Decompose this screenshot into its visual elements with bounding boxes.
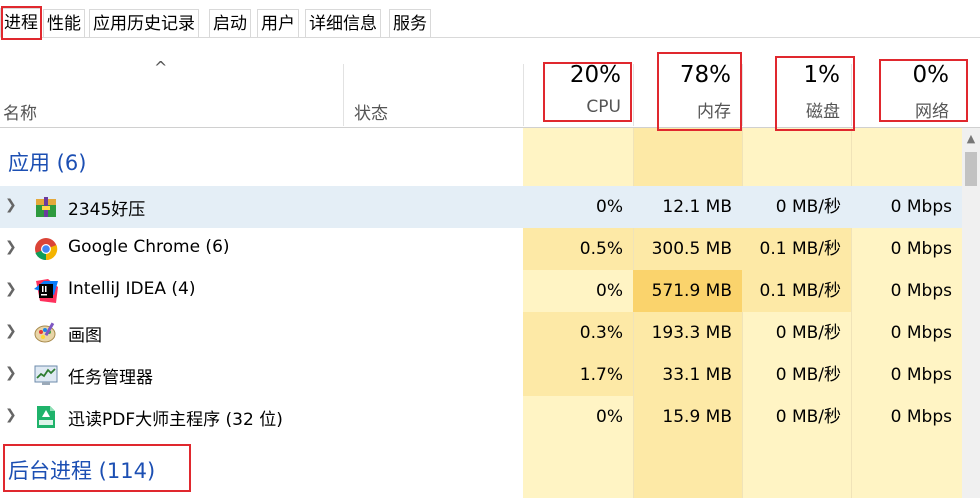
process-row[interactable]: ❯ 画图 0.3% 193.3 MB 0 MB/秒 0 Mbps <box>0 312 962 354</box>
cpu-cell: 0.5% <box>523 228 633 270</box>
process-name: 画图 <box>68 326 102 346</box>
chrome-icon <box>35 238 58 261</box>
tab-processes[interactable]: 进程 <box>0 8 42 38</box>
cpu-cell: 0% <box>596 407 623 427</box>
disk-cell: 0 MB/秒 <box>775 197 841 217</box>
disk-cell: 0.1 MB/秒 <box>742 270 851 312</box>
intellij-icon <box>34 279 58 303</box>
column-separator[interactable] <box>343 64 344 126</box>
network-cell: 0 Mbps <box>890 365 952 385</box>
memory-cell: 571.9 MB <box>633 270 742 312</box>
expand-chevron-icon[interactable]: ❯ <box>5 281 17 297</box>
disk-header-label: 磁盘 <box>806 102 840 122</box>
tab-users[interactable]: 用户 <box>257 9 299 37</box>
column-status-header[interactable]: 状态 <box>354 99 388 124</box>
network-cell: 0 Mbps <box>890 281 952 301</box>
tab-app-history[interactable]: 应用历史记录 <box>89 9 199 37</box>
process-row[interactable]: ❯ IntelliJ IDEA (4) 0% 571.9 MB 0.1 MB/秒… <box>0 270 962 312</box>
expand-chevron-icon[interactable]: ❯ <box>5 365 17 381</box>
process-name: 迅读PDF大师主程序 (32 位) <box>68 410 283 430</box>
memory-cell: 15.9 MB <box>662 407 732 427</box>
cpu-cell: 0.3% <box>523 312 633 354</box>
expand-chevron-icon[interactable]: ❯ <box>5 197 17 213</box>
process-row[interactable]: ❯ 2345好压 0% 12.1 MB 0 MB/秒 0 Mbps <box>0 186 962 228</box>
tab-bar: 进程 性能 应用历史记录 启动 用户 详细信息 服务 <box>0 0 980 38</box>
expand-chevron-icon[interactable]: ❯ <box>5 239 17 255</box>
network-header-label: 网络 <box>915 102 949 122</box>
cpu-cell: 0% <box>596 197 623 217</box>
process-row[interactable]: ❯ 迅读PDF大师主程序 (32 位) 0% 15.9 MB 0 MB/秒 0 … <box>0 396 962 438</box>
scrollbar-thumb[interactable] <box>965 152 977 186</box>
network-cell: 0 Mbps <box>890 197 952 217</box>
disk-cell: 0 MB/秒 <box>775 323 841 343</box>
network-cell: 0 Mbps <box>890 239 952 259</box>
task-manager-icon <box>34 365 58 385</box>
tab-performance[interactable]: 性能 <box>43 9 85 37</box>
paint-icon <box>34 322 56 343</box>
process-name: Google Chrome (6) <box>68 237 230 257</box>
process-name: 2345好压 <box>68 200 146 220</box>
tab-details[interactable]: 详细信息 <box>305 9 381 37</box>
network-total-percent: 0% <box>912 62 950 88</box>
memory-header-label: 内存 <box>697 102 731 122</box>
group-background-title: 后台进程 (114) <box>8 459 156 483</box>
process-row[interactable]: ❯ 任务管理器 1.7% 33.1 MB 0 MB/秒 0 Mbps <box>0 354 962 396</box>
scroll-up-icon[interactable]: ▲ <box>962 130 980 148</box>
expand-chevron-icon[interactable]: ❯ <box>5 323 17 339</box>
disk-cell: 0.1 MB/秒 <box>742 228 851 270</box>
column-name-header[interactable]: 名称 <box>3 99 37 124</box>
archive-icon <box>36 197 56 217</box>
tab-startup[interactable]: 启动 <box>209 9 251 37</box>
memory-cell: 300.5 MB <box>651 239 732 259</box>
process-row[interactable]: ❯ Google Chrome (6) 0.5% 300.5 MB 0.1 MB… <box>0 228 962 270</box>
disk-total-percent: 1% <box>803 62 841 88</box>
sort-indicator: ^ <box>154 58 168 77</box>
network-cell: 0 Mbps <box>890 407 952 427</box>
memory-total-percent: 78% <box>679 62 731 88</box>
memory-cell: 12.1 MB <box>662 197 732 217</box>
pdf-icon <box>37 406 55 428</box>
group-apps-title: 应用 (6) <box>8 151 87 175</box>
process-name: IntelliJ IDEA (4) <box>68 279 196 299</box>
disk-cell: 0 MB/秒 <box>775 365 841 385</box>
expand-chevron-icon[interactable]: ❯ <box>5 407 17 423</box>
cpu-cell: 1.7% <box>523 354 633 396</box>
process-name: 任务管理器 <box>68 368 153 388</box>
cpu-total-percent: 20% <box>569 62 621 88</box>
memory-cell: 33.1 MB <box>662 365 732 385</box>
cpu-cell: 0% <box>596 281 623 301</box>
tab-services[interactable]: 服务 <box>389 9 431 37</box>
network-cell: 0 Mbps <box>890 323 952 343</box>
disk-cell: 0 MB/秒 <box>775 407 841 427</box>
memory-cell: 193.3 MB <box>651 323 732 343</box>
cpu-header-label: CPU <box>586 97 621 117</box>
